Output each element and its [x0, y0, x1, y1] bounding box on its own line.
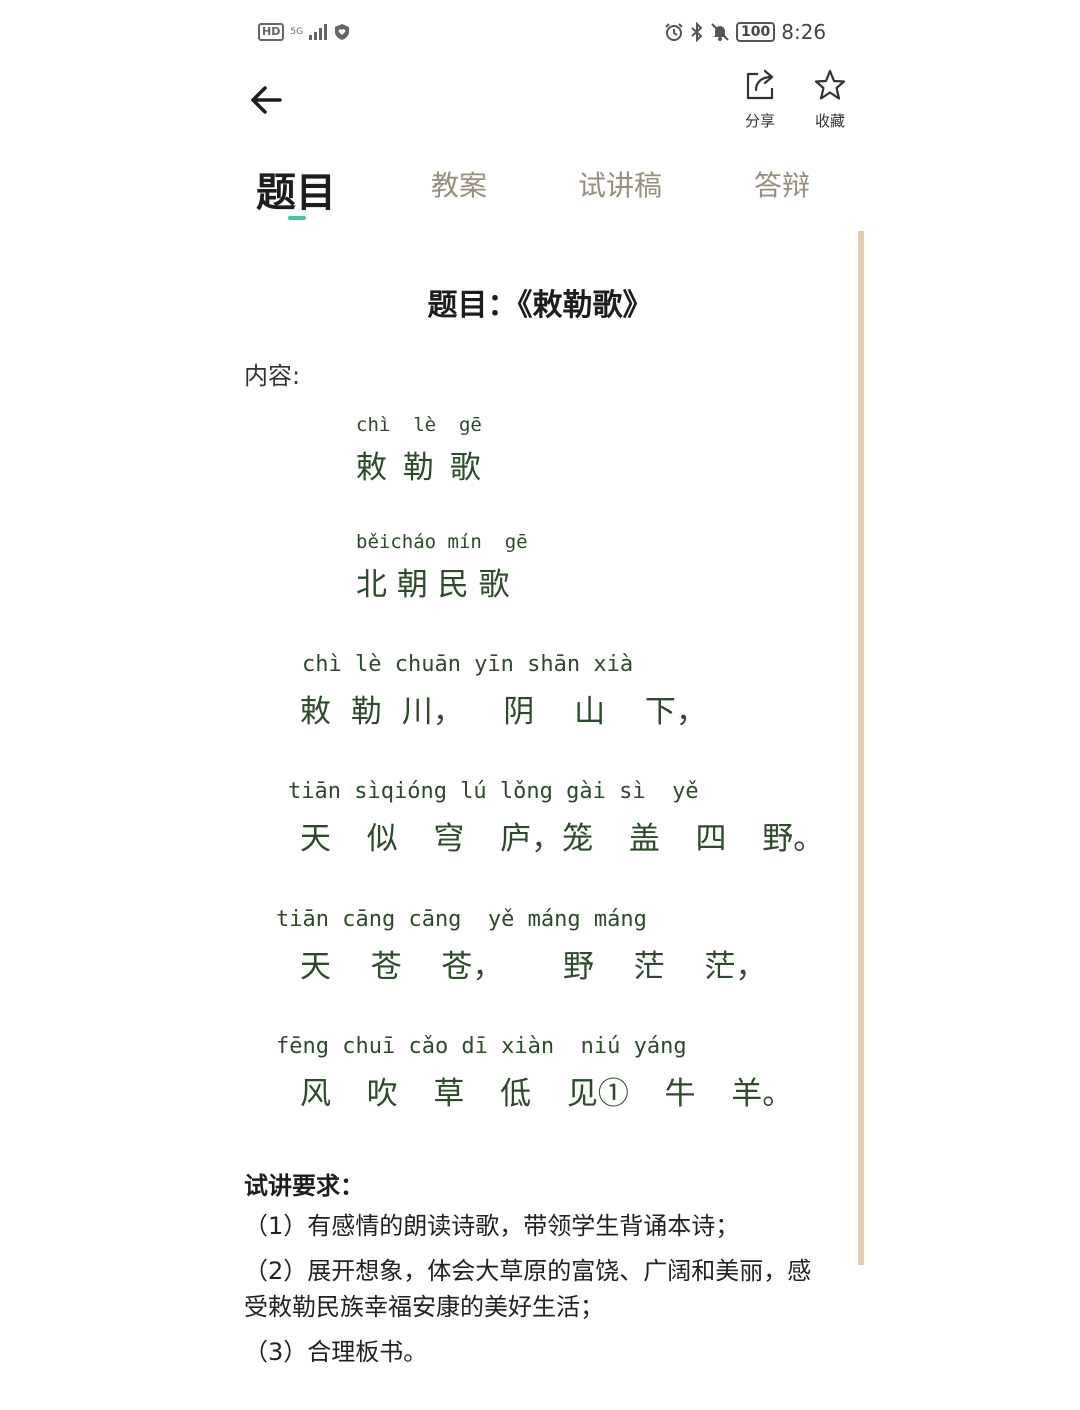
back-button[interactable]: [248, 82, 288, 122]
shield-heart-icon: [335, 24, 350, 40]
battery-icon: 100: [736, 22, 776, 42]
poem-line: 天 苍 苍， 野 茫 茫，: [300, 949, 767, 985]
arrow-left-icon: [251, 86, 282, 114]
requirements-title: 试讲要求：: [244, 1172, 364, 1200]
poem-line: 敕 勒 川， 阴 山 下，: [300, 694, 707, 730]
mute-bell-icon: [711, 23, 729, 41]
page-title: 题目：《敕勒歌》: [427, 288, 653, 323]
favorite-label: 收藏: [814, 112, 845, 130]
bluetooth-icon: [691, 22, 703, 42]
star-icon: [814, 69, 846, 100]
pinyin-line: fēng chuī cǎo dī xiàn niú yáng: [276, 1034, 687, 1059]
pinyin-line: běicháo mín gē: [356, 531, 528, 553]
tab-lecture-script[interactable]: 试讲稿: [578, 164, 662, 204]
requirement-item: （2）展开想象，体会大草原的富饶、广阔和美丽，感受敕勒民族幸福安康的美好生活；: [244, 1257, 812, 1321]
scrollbar[interactable]: [858, 231, 864, 1265]
signal-label: 5G: [290, 26, 304, 37]
tab-question[interactable]: 题目: [256, 160, 336, 218]
requirement-item: （3）合理板书。: [244, 1338, 428, 1366]
tab-defense[interactable]: 答辩: [754, 164, 810, 204]
pinyin-line: tiān cāng cāng yě máng máng: [276, 907, 647, 932]
alarm-icon: [665, 23, 683, 41]
status-bar-right: 100 8:26: [664, 18, 826, 46]
poem-line: 风 吹 草 低 见① 牛 羊。: [300, 1076, 794, 1112]
poem-line: 敕 勒 歌: [356, 450, 481, 486]
share-icon: [746, 69, 774, 100]
pinyin-line: chì lè chuān yīn shān xià: [302, 652, 634, 677]
poem-line: 北 朝 民 歌: [356, 567, 510, 603]
status-bar-left: HD 5G: [258, 18, 351, 46]
requirement-item: （1）有感情的朗读诗歌，带领学生背诵本诗；: [244, 1212, 740, 1240]
pinyin-line: chì lè gē: [356, 414, 482, 436]
pinyin-line: tiān sìqióng lú lǒng gài sì yě: [288, 779, 699, 804]
favorite-button[interactable]: 收藏: [806, 68, 854, 131]
active-tab-indicator: [288, 216, 306, 220]
poem-line: 天 似 穹 庐，笼 盖 四 野。: [300, 821, 825, 857]
signal-icon: [309, 24, 328, 40]
clock: 8:26: [781, 20, 827, 44]
content-label: 内容:: [244, 362, 301, 390]
share-label: 分享: [744, 112, 775, 130]
share-button[interactable]: 分享: [736, 68, 784, 131]
tab-lesson-plan[interactable]: 教案: [431, 164, 487, 204]
hd-badge: HD: [258, 23, 285, 41]
